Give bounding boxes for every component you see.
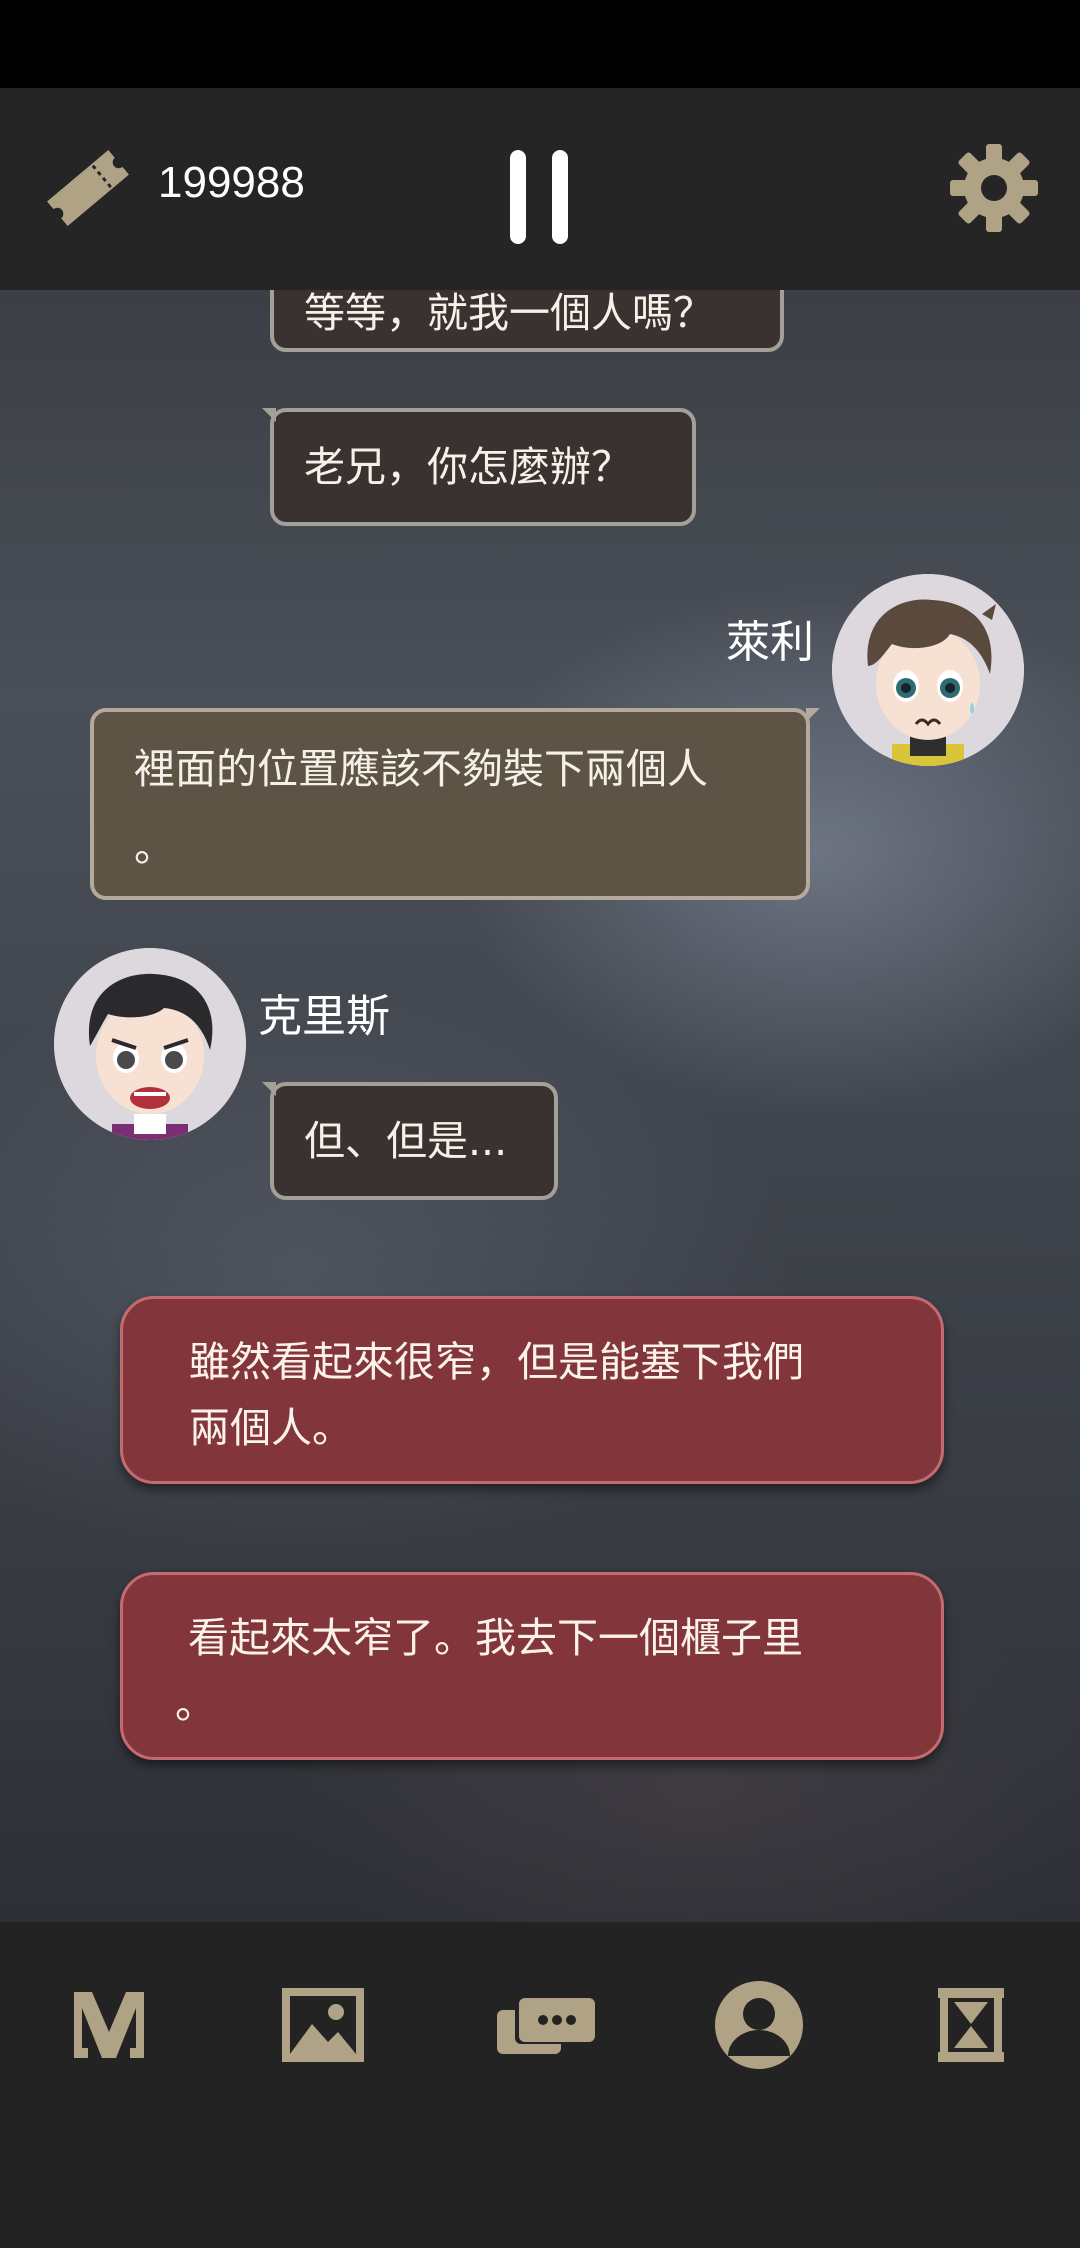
message-bubble: 但、但是... [262, 1082, 558, 1200]
choice-text-line1: 雖然看起來很窄，但是能塞下我們 [189, 1338, 804, 1386]
message-text-line1: 裡面的位置應該不夠裝下兩個人 [134, 745, 708, 793]
choice-option-2[interactable]: 看起來太窄了。我去下一個櫃子里 。 [120, 1572, 944, 1760]
message-bubble: 老兄，你怎麼辦？ [262, 408, 696, 526]
ticket-icon [47, 150, 129, 226]
chris-avatar [54, 948, 246, 1140]
message-bubble: 等等，就我一個人嗎？ [270, 290, 784, 352]
hourglass-icon[interactable] [916, 1970, 1026, 2080]
message-text-line2: 。 [134, 823, 175, 871]
message-text: 老兄，你怎麼辦？ [304, 443, 632, 491]
menu-m-icon[interactable] [54, 1970, 164, 2080]
top-bar: 199988 [0, 88, 1080, 290]
pause-button[interactable] [500, 148, 580, 248]
chat-area[interactable]: 等等，就我一個人嗎？ 老兄，你怎麼辦？ 萊利 裡面的位置應該不夠裝下兩個人 。 [0, 290, 1080, 1922]
pause-icon [510, 150, 526, 244]
gear-icon[interactable] [946, 140, 1042, 236]
ticket-count: 199988 [158, 158, 305, 207]
status-bar [0, 0, 1080, 88]
speaker-name-chris: 克里斯 [258, 991, 390, 1042]
chat-log-icon[interactable] [484, 1970, 604, 2080]
choice-text-line1: 看起來太窄了。我去下一個櫃子里 [175, 1614, 804, 1662]
choice-option-1[interactable]: 雖然看起來很窄，但是能塞下我們 兩個人。 [120, 1296, 944, 1484]
profile-icon[interactable] [704, 1970, 814, 2080]
gallery-image-icon[interactable] [268, 1970, 378, 2080]
message-bubble: 裡面的位置應該不夠裝下兩個人 。 [90, 708, 820, 900]
riley-avatar [832, 574, 1024, 766]
speaker-name-riley: 萊利 [726, 617, 814, 668]
message-text: 但、但是... [304, 1117, 508, 1165]
choice-text-line2: 兩個人。 [189, 1404, 353, 1452]
choice-text-line2: 。 [175, 1680, 216, 1728]
bottom-nav [0, 1922, 1080, 2248]
message-text: 等等，就我一個人嗎？ [304, 290, 714, 337]
